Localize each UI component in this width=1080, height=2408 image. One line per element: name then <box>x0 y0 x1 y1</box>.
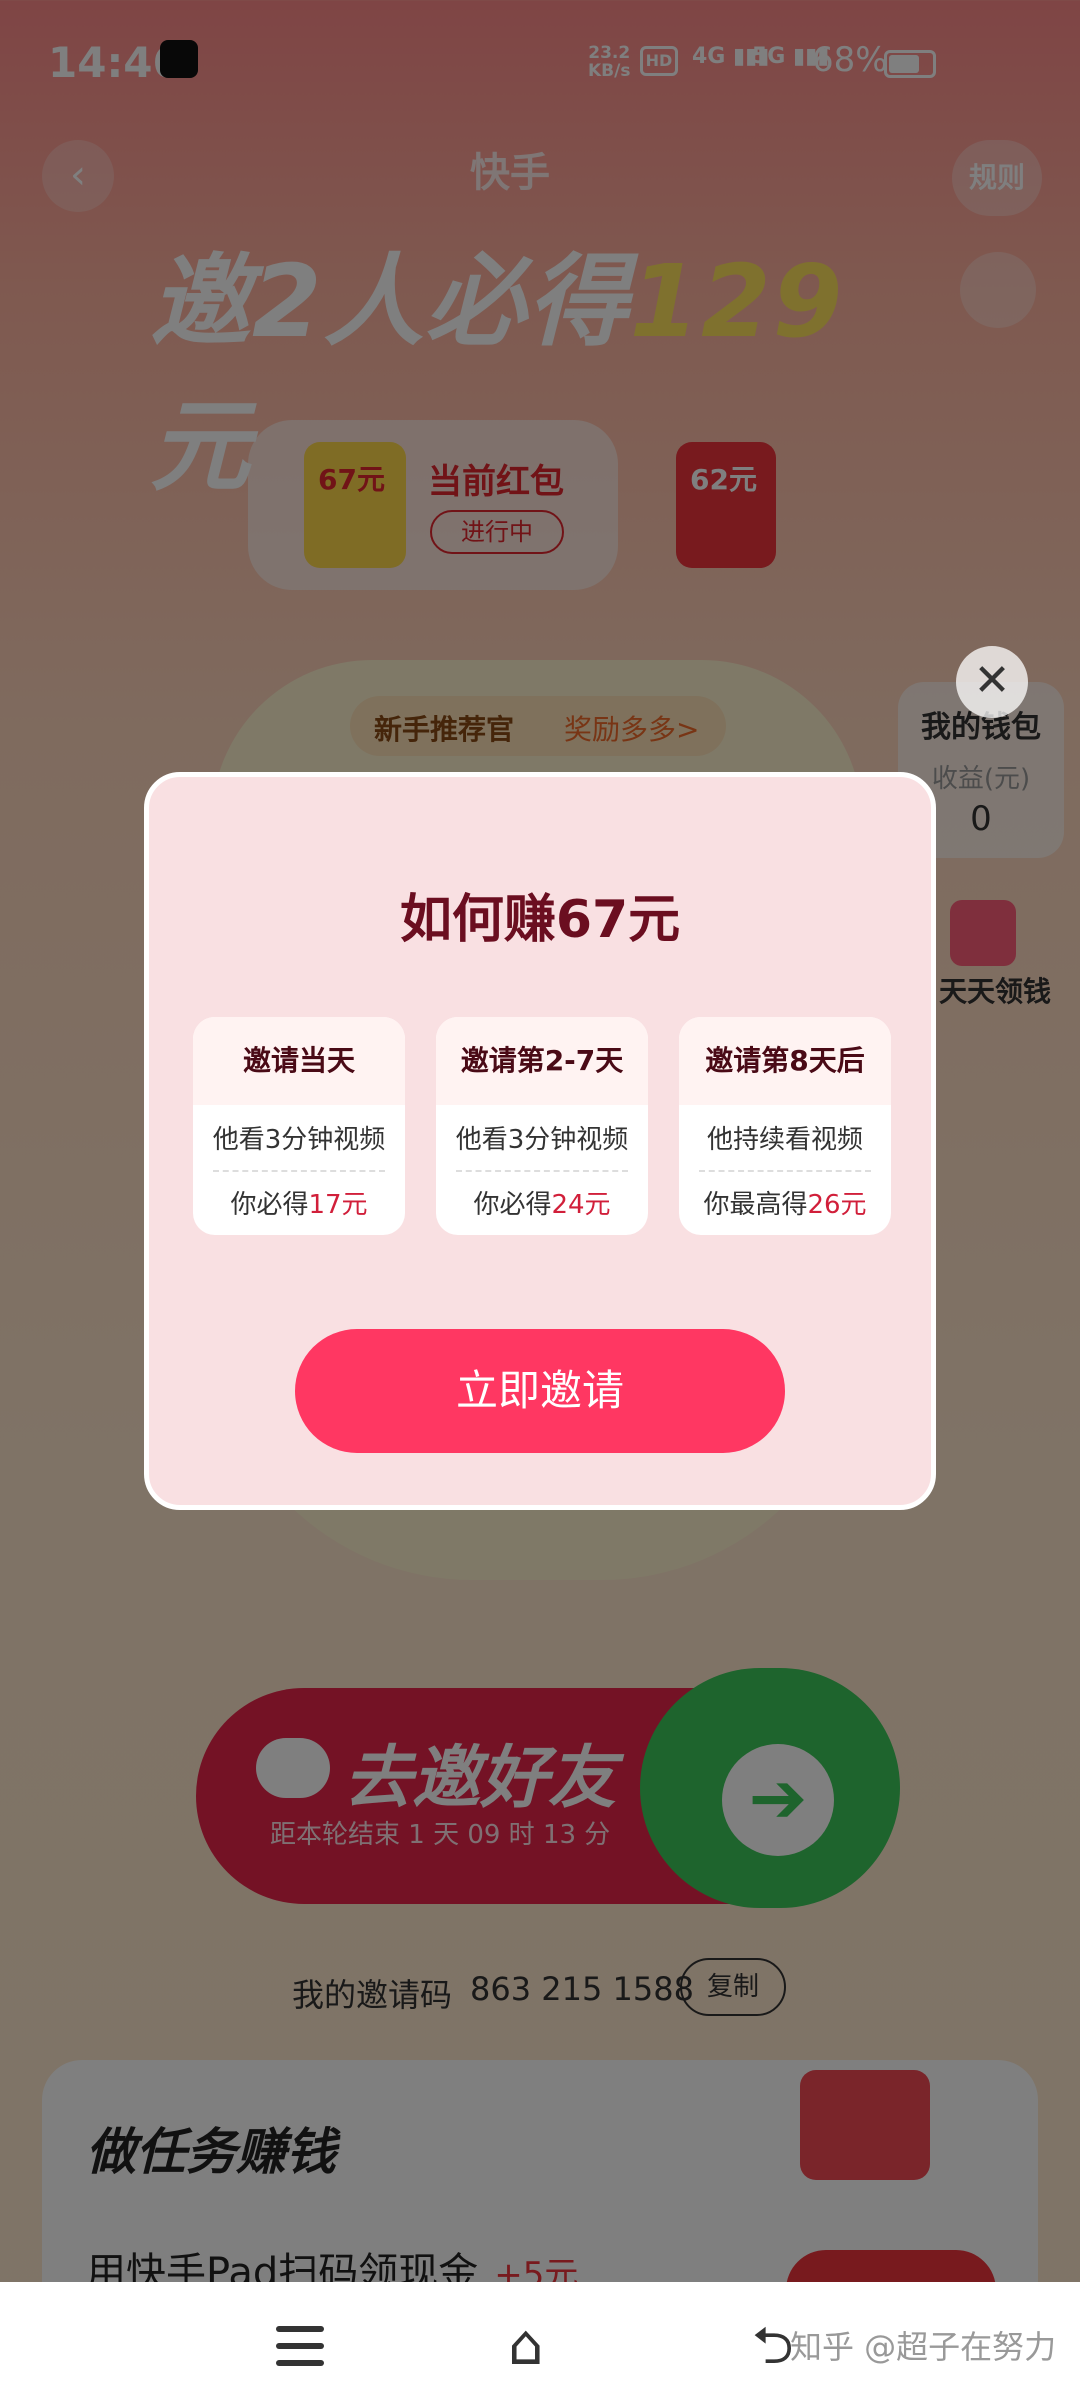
step-card-day2-7: 邀请第2-7天 他看3分钟视频 你必得24元 <box>436 1017 648 1235</box>
divider <box>699 1170 871 1172</box>
step-heading: 邀请第2-7天 <box>436 1017 648 1105</box>
step-condition: 他看3分钟视频 <box>212 1125 386 1155</box>
earn-dialog: 如何赚67元 邀请当天 他看3分钟视频 你必得17元 邀请第2-7天 他看3分钟… <box>144 772 936 1510</box>
dialog-title: 如何赚67元 <box>399 890 681 950</box>
step-card-day8: 邀请第8天后 他持续看视频 你最高得26元 <box>679 1017 891 1235</box>
step-reward: 你必得17元 <box>230 1190 368 1220</box>
menu-icon[interactable] <box>276 2326 324 2366</box>
step-heading: 邀请第8天后 <box>679 1017 891 1105</box>
invite-now-button[interactable]: 立即邀请 <box>295 1329 785 1453</box>
step-reward: 你必得24元 <box>473 1190 611 1220</box>
reward-amount: 17元 <box>308 1190 368 1220</box>
watermark: 知乎 @超子在努力 <box>790 2328 1057 2366</box>
home-icon[interactable]: ⌂ <box>508 2316 544 2376</box>
step-heading: 邀请当天 <box>193 1017 405 1105</box>
step-reward: 你最高得26元 <box>703 1190 867 1220</box>
reward-amount: 24元 <box>551 1190 611 1220</box>
back-nav-icon[interactable]: ⮌ <box>752 2316 794 2376</box>
step-card-day1: 邀请当天 他看3分钟视频 你必得17元 <box>193 1017 405 1235</box>
step-condition: 他看3分钟视频 <box>455 1125 629 1155</box>
divider <box>213 1170 385 1172</box>
step-condition: 他持续看视频 <box>706 1125 863 1155</box>
reward-amount: 26元 <box>807 1190 867 1220</box>
close-icon[interactable]: ✕ <box>956 646 1028 718</box>
divider <box>456 1170 628 1172</box>
